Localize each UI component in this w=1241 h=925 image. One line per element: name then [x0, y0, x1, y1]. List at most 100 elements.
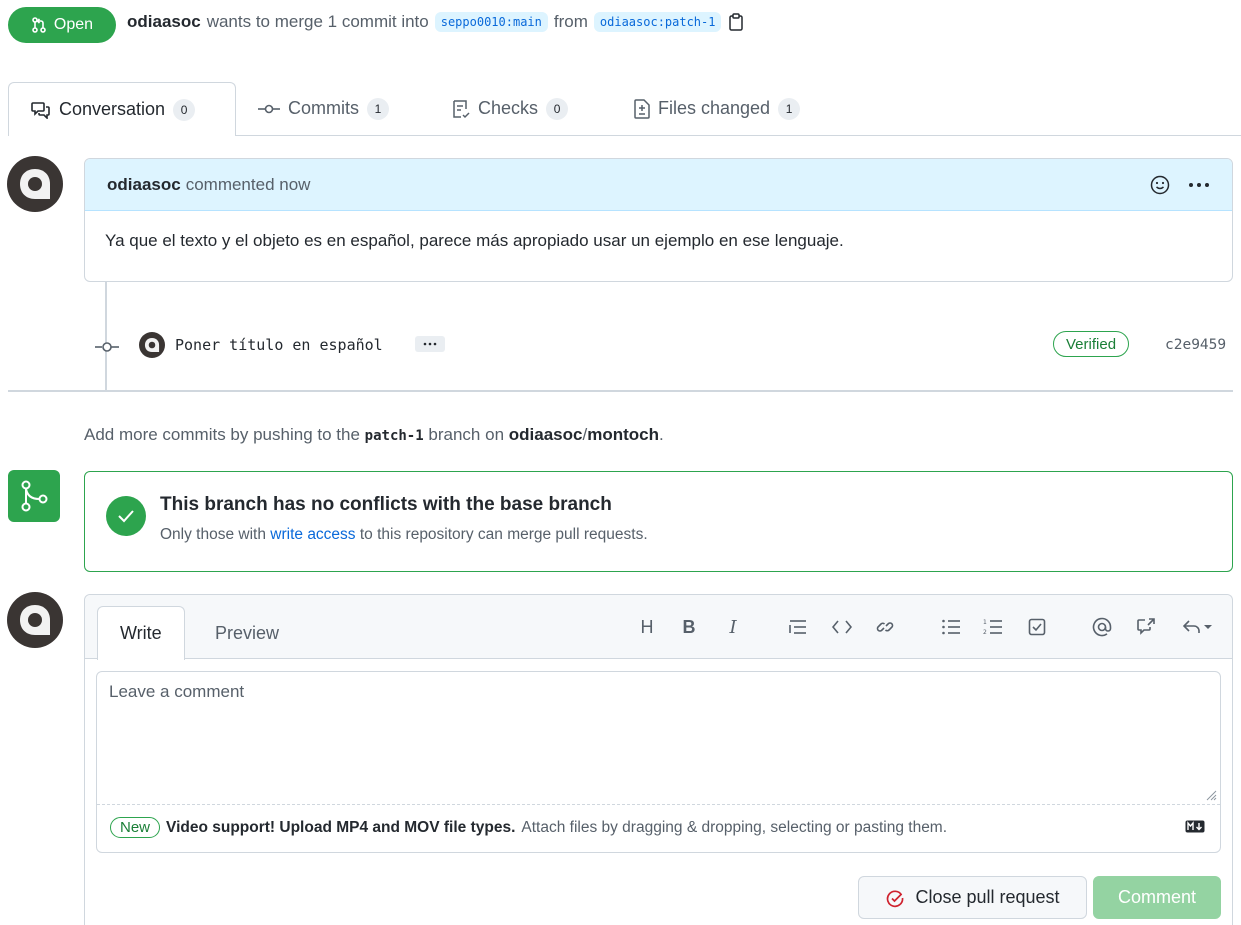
tab-conversation[interactable]: Conversation 0: [8, 82, 236, 136]
comment-header: odiaasoc commented now: [85, 159, 1232, 211]
pr-state-badge: Open: [8, 7, 116, 43]
quote-icon: [789, 620, 806, 634]
heading-button[interactable]: H: [634, 614, 660, 640]
triangle-down-icon: [1204, 625, 1212, 629]
pull-request-icon: [32, 17, 46, 33]
commit-message[interactable]: Poner título en español: [175, 336, 383, 354]
comment-textarea[interactable]: [97, 672, 1220, 804]
comment-author[interactable]: odiaasoc: [107, 175, 181, 195]
tab-conversation-label: Conversation: [59, 99, 166, 119]
tab-write[interactable]: Write: [97, 606, 185, 660]
smiley-icon[interactable]: [1150, 175, 1170, 195]
merge-status-box: [84, 471, 1233, 572]
pr-state-label: Open: [53, 16, 94, 33]
commit-author-avatar[interactable]: [139, 332, 165, 358]
comment-body: Ya que el texto y el objeto es en españo…: [105, 231, 844, 250]
merge-status-description: Only those with write access to this rep…: [160, 526, 648, 544]
tab-checks[interactable]: Checks 0: [430, 82, 590, 135]
check-circle-icon: [106, 496, 146, 536]
tab-files-changed-count: 1: [778, 97, 801, 120]
link-icon: [876, 622, 894, 632]
tab-commits-label: Commits: [288, 98, 359, 118]
mention-icon: [1092, 617, 1112, 637]
tab-files-changed[interactable]: Files changed 1: [612, 82, 822, 135]
avatar-logo-icon: [20, 169, 50, 199]
push-hint: Add more commits by pushing to the patch…: [84, 425, 664, 445]
comment-author-avatar[interactable]: [7, 156, 63, 212]
merge-desc-prefix: Only those with: [160, 526, 266, 543]
commit-sha[interactable]: c2e9459: [1165, 337, 1226, 353]
list-ordered-icon: 1 2: [983, 619, 1002, 635]
comment-submit-button[interactable]: Comment: [1093, 876, 1221, 919]
file-diff-icon: [634, 98, 650, 119]
current-user-avatar[interactable]: [7, 592, 63, 648]
svg-text:1: 1: [983, 619, 987, 626]
code-icon: [832, 620, 852, 634]
attach-files-hint[interactable]: New Video support! Upload MP4 and MOV fi…: [110, 817, 947, 838]
push-hint-prefix: Add more commits by pushing to the: [84, 425, 360, 444]
tab-preview[interactable]: Preview: [193, 606, 301, 660]
reply-icon: [1183, 620, 1200, 633]
kebab-horizontal-icon[interactable]: [1188, 182, 1210, 188]
push-hint-repo-name: montoch: [587, 425, 659, 444]
push-hint-repo-owner: odiaasoc: [508, 425, 583, 444]
git-commit-icon: [95, 342, 119, 352]
ellipsis-icon: [423, 342, 437, 346]
base-branch-chip[interactable]: seppo0010:main: [434, 12, 548, 32]
comment-discussion-icon: [31, 101, 50, 119]
markdown-icon[interactable]: [1185, 820, 1205, 833]
copy-icon[interactable]: [727, 12, 745, 32]
commit-expand-button[interactable]: [415, 336, 445, 352]
comment-card: odiaasoc commented now Ya que el texto y…: [84, 158, 1233, 282]
cross-reference-button[interactable]: [1133, 614, 1159, 640]
issue-closed-icon: [887, 890, 904, 907]
comment-timestamp[interactable]: commented now: [186, 175, 311, 195]
merge-desc-suffix: to this repository can merge pull reques…: [359, 526, 648, 543]
mention-button[interactable]: [1089, 614, 1115, 640]
attach-files-text: Attach files by dragging & dropping, sel…: [521, 818, 948, 836]
bold-button[interactable]: B: [676, 614, 702, 640]
pr-summary: odiaasoc wants to merge 1 commit into se…: [127, 12, 745, 32]
tab-commits[interactable]: Commits 1: [236, 82, 411, 135]
tasklist-icon: [1028, 618, 1046, 636]
merge-status-icon-box: [8, 470, 60, 522]
verified-badge[interactable]: Verified: [1053, 331, 1130, 357]
tab-commits-count: 1: [367, 97, 389, 120]
textarea-divider: [97, 804, 1220, 805]
ordered-list-button[interactable]: 1 2: [980, 614, 1006, 640]
svg-text:2: 2: [983, 629, 987, 635]
merge-status-title: This branch has no conflicts with the ba…: [160, 494, 612, 515]
resize-handle-icon[interactable]: [1205, 789, 1217, 801]
tab-checks-count: 0: [546, 97, 569, 120]
write-access-link[interactable]: write access: [270, 526, 355, 543]
pr-author[interactable]: odiaasoc: [127, 12, 201, 32]
timeline-line: [105, 282, 107, 390]
from-word: from: [553, 12, 588, 31]
timeline-divider: [8, 390, 1233, 392]
video-support-notice: Video support! Upload MP4 and MOV file t…: [166, 818, 516, 836]
link-button[interactable]: [872, 614, 898, 640]
tab-conversation-count: 0: [173, 98, 196, 121]
code-button[interactable]: [829, 614, 855, 640]
unordered-list-button[interactable]: [938, 614, 964, 640]
avatar-logo-icon: [20, 605, 50, 635]
cross-reference-icon: [1137, 618, 1155, 635]
tab-checks-label: Checks: [478, 98, 539, 118]
list-unordered-icon: [942, 619, 960, 635]
push-hint-branch: patch-1: [364, 428, 424, 444]
git-merge-icon: [21, 480, 48, 512]
checklist-icon: [453, 99, 470, 118]
tab-files-changed-label: Files changed: [658, 98, 771, 118]
avatar-logo-icon: [144, 337, 160, 353]
task-list-button[interactable]: [1024, 614, 1050, 640]
italic-button[interactable]: I: [720, 614, 746, 640]
close-pull-request-button[interactable]: Close pull request: [858, 876, 1087, 919]
saved-replies-button[interactable]: [1178, 614, 1218, 640]
pr-summary-text: wants to merge 1 commit into: [206, 12, 429, 31]
push-hint-suffix: .: [658, 425, 664, 444]
head-branch-chip[interactable]: odiaasoc:patch-1: [593, 12, 722, 32]
close-pull-request-label: Close pull request: [915, 887, 1060, 907]
git-commit-icon: [258, 104, 280, 113]
quote-button[interactable]: [785, 614, 811, 640]
new-badge: New: [110, 817, 161, 838]
